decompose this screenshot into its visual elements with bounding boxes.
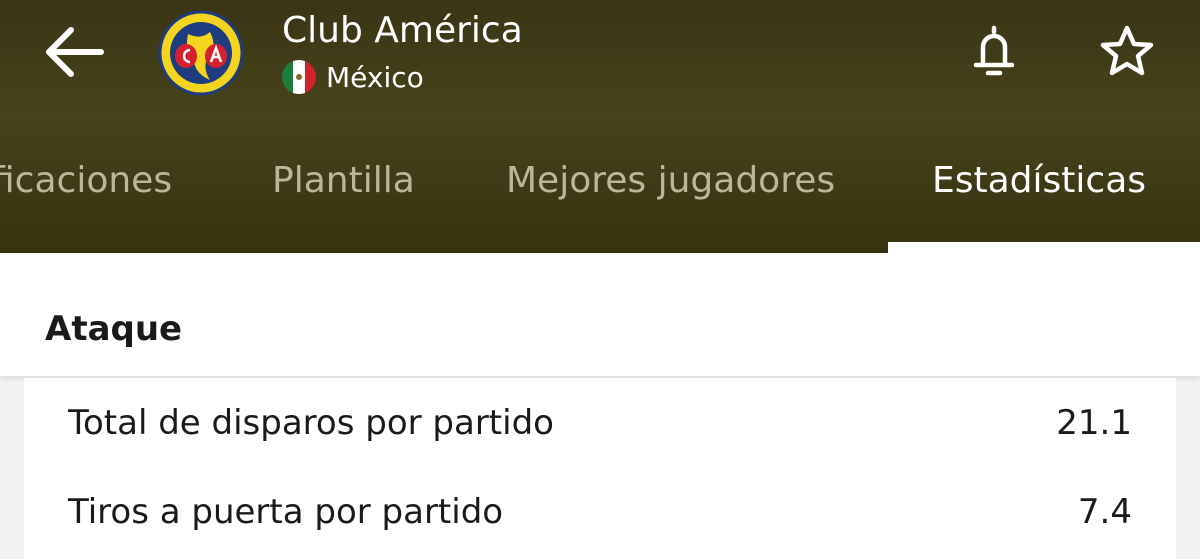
notifications-button[interactable] — [962, 20, 1026, 84]
arrow-left-icon — [46, 27, 104, 77]
stat-row[interactable]: Tiros a puerta por partido 7.4 — [24, 482, 1176, 542]
back-button[interactable] — [38, 22, 108, 82]
tab-mejores-jugadores[interactable]: Mejores jugadores — [506, 160, 835, 253]
favorite-button[interactable] — [1092, 20, 1162, 84]
section-title: Ataque — [45, 309, 183, 349]
stat-value: 21.1 — [1056, 403, 1132, 443]
stat-label: Tiros a puerta por partido — [68, 492, 504, 532]
stats-card: Total de disparos por partido 21.1 Tiros… — [24, 378, 1176, 559]
active-tab-indicator — [888, 242, 1200, 253]
star-icon — [1100, 25, 1154, 76]
tab-plantilla[interactable]: Plantilla — [272, 160, 415, 253]
mexico-flag-icon — [282, 60, 316, 94]
bell-icon — [973, 25, 1015, 76]
tab-estadisticas[interactable]: Estadísticas — [932, 160, 1146, 253]
section-header: Ataque — [0, 253, 1200, 376]
country-row: México — [282, 60, 424, 94]
stat-label: Total de disparos por partido — [68, 403, 554, 443]
stat-row[interactable]: Total de disparos por partido 21.1 — [24, 393, 1176, 453]
country-name: México — [326, 60, 424, 94]
team-name: Club América — [282, 10, 523, 51]
team-header: Club América México ficaciones Plantilla… — [0, 0, 1200, 253]
team-crest-icon — [158, 10, 244, 96]
stat-value: 7.4 — [1077, 492, 1132, 532]
tab-clasificaciones[interactable]: ficaciones — [0, 160, 172, 253]
